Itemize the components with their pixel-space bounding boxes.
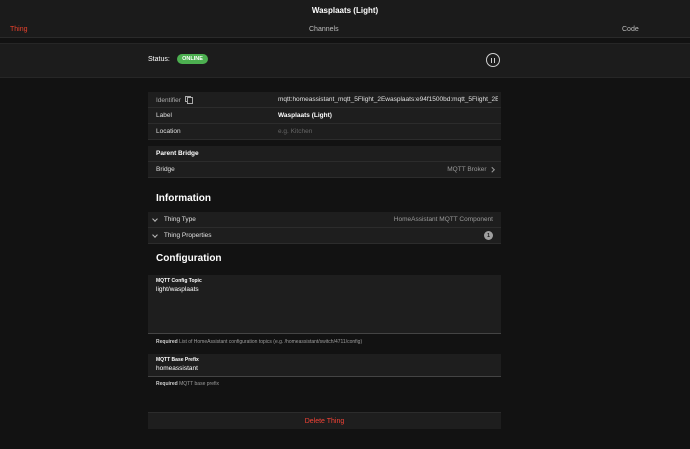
config-topic-label: MQTT Config Topic [156, 278, 202, 284]
thing-type-value: HomeAssistant MQTT Component [393, 216, 493, 223]
tab-channels[interactable]: Channels [309, 20, 339, 38]
copy-icon[interactable] [184, 95, 193, 104]
title-bar: Wasplaats (Light) [0, 0, 690, 20]
bridge-row[interactable]: Bridge MQTT Broker [148, 162, 501, 178]
pause-icon [490, 57, 492, 63]
config-topic-input[interactable]: light/wasplaats [156, 286, 199, 293]
base-prefix-hint: Required MQTT base prefix [156, 381, 219, 387]
identifier-label: Identifier [156, 96, 181, 104]
label-input[interactable]: Wasplaats (Light) [278, 112, 498, 119]
base-prefix-input[interactable]: homeassistant [156, 365, 198, 372]
config-topic-hint: Required List of HomeAssistant configura… [156, 339, 363, 345]
tab-thing[interactable]: Thing [10, 20, 28, 38]
location-input[interactable]: e.g. Kitchen [278, 128, 498, 135]
parent-bridge-label: Parent Bridge [156, 150, 199, 157]
parent-bridge-row: Parent Bridge [148, 146, 501, 162]
delete-thing-button[interactable]: Delete Thing [148, 412, 501, 429]
identifier-value: mqtt:homeassistant_mqtt_5Flight_2Ewaspla… [278, 96, 498, 103]
base-prefix-label: MQTT Base Prefix [156, 357, 199, 363]
location-label: Location [156, 128, 181, 135]
information-card: Thing Type HomeAssistant MQTT Component … [148, 212, 501, 244]
configuration-title: Configuration [156, 253, 222, 264]
properties-count-badge: 1 [484, 231, 493, 240]
config-topic-field[interactable]: MQTT Config Topic light/wasplaats [148, 275, 501, 334]
bridge-card: Parent Bridge Bridge MQTT Broker [148, 146, 501, 178]
thing-type-label: Thing Type [163, 216, 196, 223]
thing-properties-label: Thing Properties [163, 232, 212, 239]
identity-card: Identifier mqtt:homeassistant_mqtt_5Flig… [148, 92, 501, 140]
page-title: Wasplaats (Light) [311, 5, 379, 15]
bridge-label: Bridge [156, 166, 175, 173]
base-prefix-field[interactable]: MQTT Base Prefix homeassistant [148, 354, 501, 377]
information-title: Information [156, 193, 211, 204]
status-badge: ONLINE [177, 54, 208, 64]
status-label: Status: [148, 56, 170, 63]
label-label: Label [156, 112, 172, 119]
tab-code[interactable]: Code [622, 20, 639, 38]
chevron-down-icon [152, 232, 158, 238]
status-bar: Status: ONLINE [0, 43, 690, 78]
bridge-value: MQTT Broker [447, 166, 487, 173]
thing-type-row[interactable]: Thing Type HomeAssistant MQTT Component [148, 212, 501, 228]
tab-bar: Thing Channels Code [0, 20, 690, 38]
chevron-right-icon [488, 167, 494, 172]
thing-properties-row[interactable]: Thing Properties 1 [148, 228, 501, 244]
chevron-down-icon [152, 216, 158, 222]
pause-button[interactable] [486, 53, 500, 67]
identifier-row: Identifier mqtt:homeassistant_mqtt_5Flig… [148, 92, 501, 108]
label-row: Label Wasplaats (Light) [148, 108, 501, 124]
location-row: Location e.g. Kitchen [148, 124, 501, 140]
